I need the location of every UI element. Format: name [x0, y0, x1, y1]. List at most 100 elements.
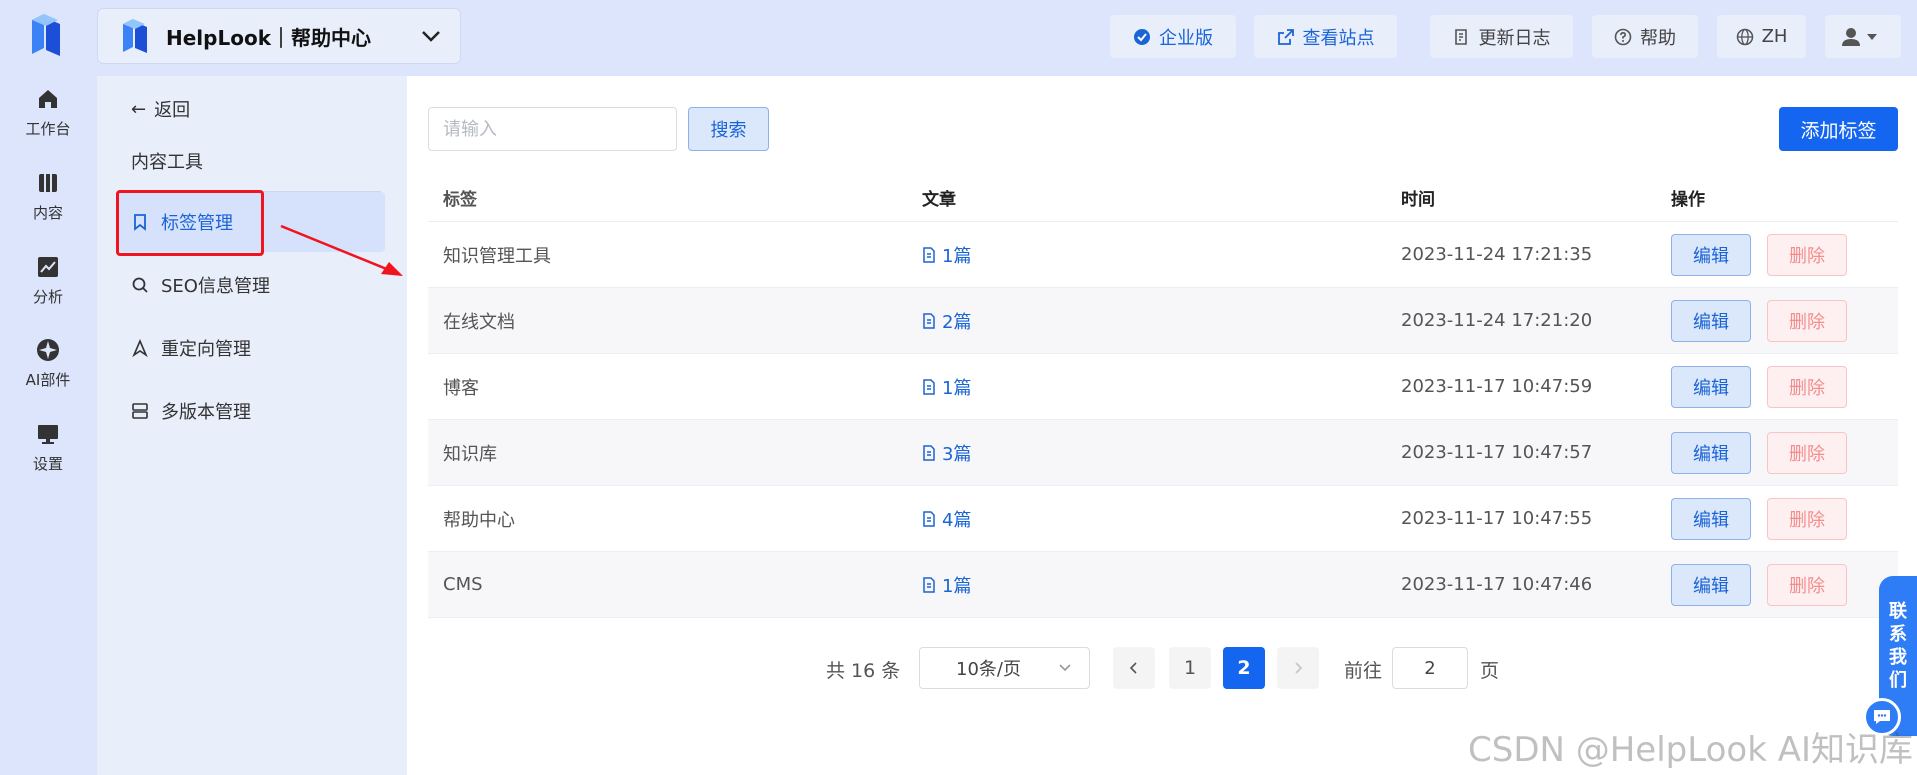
home-icon [35, 86, 61, 112]
tag-name: 在线文档 [443, 311, 515, 333]
subnav-item-redirect[interactable]: 重定向管理 [119, 318, 385, 378]
contact-char: 我 [1889, 647, 1907, 668]
rail-item-workbench[interactable]: 工作台 [0, 86, 96, 156]
article-count: 1篇 [942, 575, 972, 597]
edit-button[interactable]: 编辑 [1671, 299, 1751, 342]
book-icon [35, 170, 61, 196]
article-count: 1篇 [942, 245, 972, 267]
delete-button[interactable]: 删除 [1767, 431, 1847, 474]
page-number-button[interactable]: 1 [1169, 647, 1211, 689]
edit-button[interactable]: 编辑 [1671, 431, 1751, 474]
content-tools-sidebar: ← 返回 内容工具 标签管理 SEO信息管理 重定向管理 多版本管理 [97, 76, 407, 775]
rail-item-label: 工作台 [25, 120, 71, 138]
created-time: 2023-11-24 17:21:20 [1401, 310, 1593, 331]
document-icon [923, 246, 935, 263]
chevron-down-icon [422, 31, 440, 42]
article-count-link[interactable]: 1篇 [907, 572, 1386, 598]
changelog-button[interactable]: 更新日志 [1430, 15, 1573, 58]
space-switcher[interactable]: HelpLook｜帮助中心 [97, 8, 461, 64]
monitor-icon [35, 421, 61, 447]
rail-item-analytics[interactable]: 分析 [0, 254, 96, 324]
subnav-item-label: 重定向管理 [161, 339, 251, 360]
subnav-item-label: SEO信息管理 [161, 276, 270, 297]
article-count-link[interactable]: 3篇 [907, 440, 1386, 466]
search-input[interactable] [428, 107, 677, 151]
delete-button[interactable]: 删除 [1767, 299, 1847, 342]
enterprise-label: 企业版 [1159, 27, 1213, 49]
delete-button[interactable]: 删除 [1767, 233, 1847, 276]
app-logo[interactable] [28, 12, 64, 58]
article-count-link[interactable]: 2篇 [907, 308, 1386, 334]
document-icon [923, 510, 935, 527]
table-header: 标签 文章 时间 操作 [428, 174, 1898, 222]
rail-item-content[interactable]: 内容 [0, 170, 96, 240]
subnav-item-label: 多版本管理 [161, 402, 251, 423]
created-time: 2023-11-17 10:47:55 [1401, 508, 1593, 529]
page-number-button-active[interactable]: 2 [1223, 647, 1265, 689]
search-icon [131, 276, 149, 294]
watermark: CSDN @HelpLook AI知识库 [1468, 730, 1913, 770]
table-row: CMS 1篇 2023-11-17 10:47:46 编辑 删除 [428, 552, 1898, 618]
rail-item-ai-widget[interactable]: AI部件 [0, 337, 96, 407]
rail-item-label: 分析 [32, 288, 63, 306]
versions-icon [131, 402, 149, 420]
back-link[interactable]: ← 返回 [131, 96, 190, 122]
redirect-icon [131, 339, 149, 357]
edit-button[interactable]: 编辑 [1671, 497, 1751, 540]
document-icon [923, 444, 935, 461]
created-time: 2023-11-17 10:47:46 [1401, 574, 1593, 595]
tags-table: 标签 文章 时间 操作 知识管理工具 1篇 2023-11-24 17:21:3… [428, 174, 1898, 618]
edit-button[interactable]: 编辑 [1671, 563, 1751, 606]
view-site-button[interactable]: 查看站点 [1254, 15, 1397, 58]
tag-name: 博客 [443, 377, 479, 399]
view-site-label: 查看站点 [1302, 27, 1375, 49]
tag-name: 知识管理工具 [443, 245, 551, 267]
section-title: 内容工具 [131, 152, 203, 173]
column-header-time: 时间 [1401, 190, 1435, 210]
column-header-articles: 文章 [922, 190, 956, 210]
document-icon [923, 576, 935, 593]
help-button[interactable]: 帮助 [1592, 15, 1698, 58]
space-title: HelpLook｜帮助中心 [166, 25, 371, 50]
caret-down-icon [1867, 33, 1877, 40]
chevron-right-icon [1295, 662, 1303, 674]
document-edit-icon [1454, 28, 1467, 45]
rail-item-label: 内容 [32, 204, 63, 222]
edit-button[interactable]: 编辑 [1671, 365, 1751, 408]
next-page-button[interactable] [1277, 647, 1319, 689]
language-label: ZH [1761, 26, 1788, 47]
edit-button[interactable]: 编辑 [1671, 233, 1751, 276]
article-count: 4篇 [942, 509, 972, 531]
add-tag-button[interactable]: 添加标签 [1779, 107, 1898, 151]
goto-page-input[interactable] [1392, 647, 1468, 689]
table-row: 知识管理工具 1篇 2023-11-24 17:21:35 编辑 删除 [428, 222, 1898, 288]
document-icon [923, 378, 935, 395]
created-time: 2023-11-17 10:47:59 [1401, 376, 1593, 397]
globe-icon [1736, 28, 1753, 45]
rail-item-label: 设置 [32, 455, 63, 473]
rail-item-settings[interactable]: 设置 [0, 421, 96, 491]
prev-page-button[interactable] [1113, 647, 1155, 689]
article-count-link[interactable]: 1篇 [907, 374, 1386, 400]
user-menu-button[interactable] [1825, 15, 1901, 58]
page-size-value: 10条/页 [956, 659, 1021, 680]
page-size-select[interactable]: 10条/页 [919, 647, 1090, 689]
article-count-link[interactable]: 1篇 [907, 242, 1386, 268]
created-time: 2023-11-24 17:21:35 [1401, 244, 1593, 265]
article-count-link[interactable]: 4篇 [907, 506, 1386, 532]
table-row: 博客 1篇 2023-11-17 10:47:59 编辑 删除 [428, 354, 1898, 420]
page-unit-label: 页 [1480, 660, 1500, 682]
rail-item-label: AI部件 [25, 371, 71, 389]
search-button[interactable]: 搜索 [688, 107, 769, 151]
chart-icon [35, 254, 61, 280]
delete-button[interactable]: 删除 [1767, 497, 1847, 540]
pagination-total: 共 16 条 [826, 660, 901, 682]
enterprise-button[interactable]: 企业版 [1110, 15, 1236, 58]
subnav-item-versions[interactable]: 多版本管理 [119, 381, 385, 441]
delete-button[interactable]: 删除 [1767, 563, 1847, 606]
contact-char: 们 [1889, 670, 1907, 691]
help-label: 帮助 [1640, 27, 1676, 49]
tag-name: CMS [443, 574, 483, 595]
language-button[interactable]: ZH [1717, 15, 1806, 58]
delete-button[interactable]: 删除 [1767, 365, 1847, 408]
